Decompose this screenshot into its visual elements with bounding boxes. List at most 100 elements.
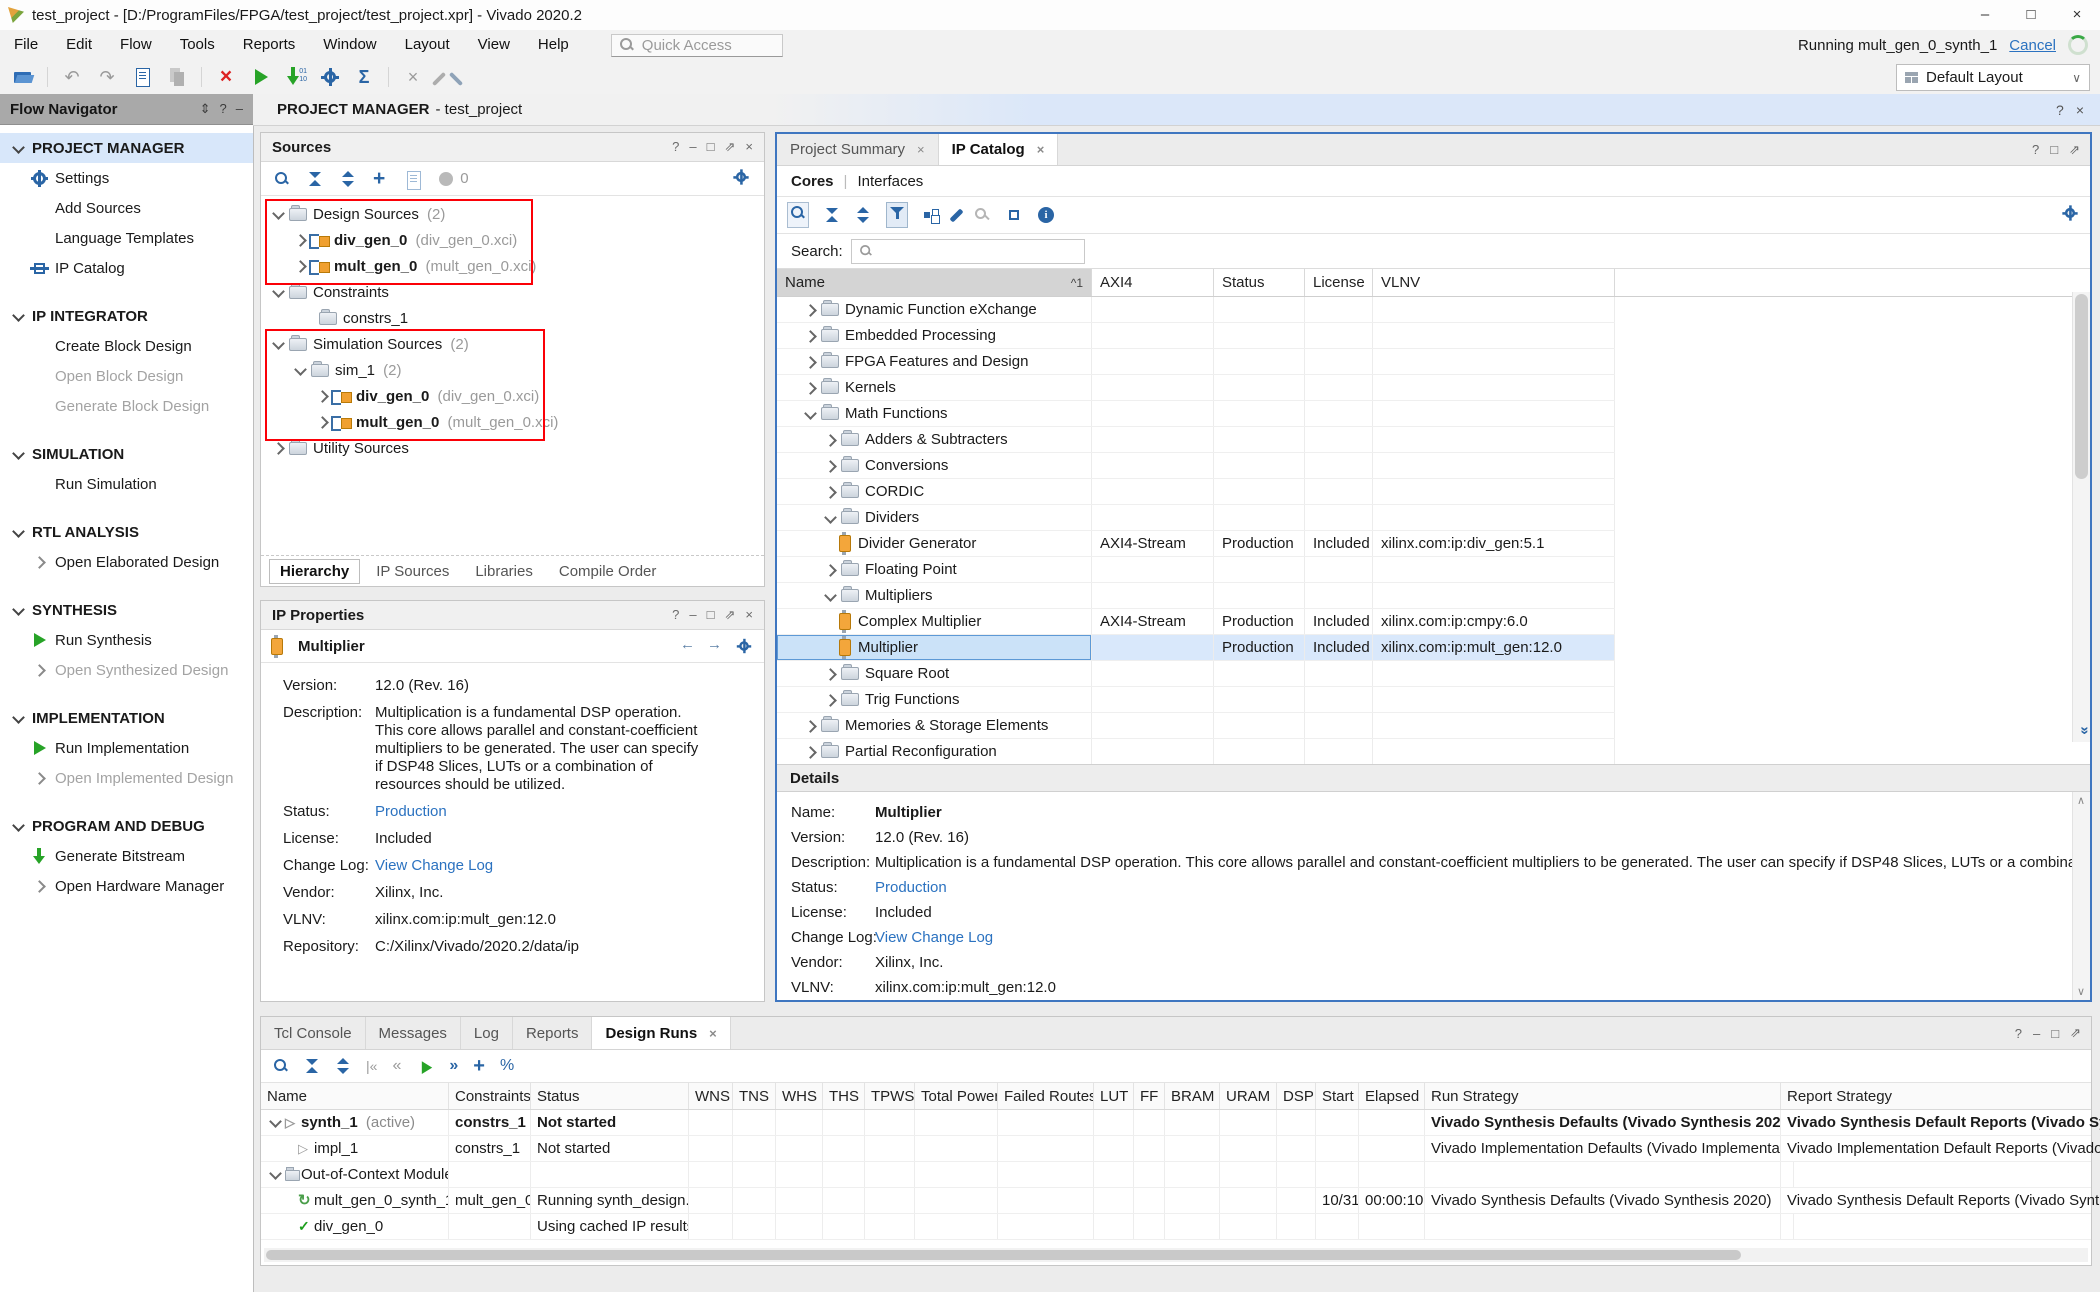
- expand-all-icon[interactable]: [340, 171, 356, 187]
- run-row[interactable]: impl_1 constrs_1 Not started: [261, 1136, 2091, 1162]
- close-icon[interactable]: ×: [2076, 102, 2084, 118]
- expand-chevron-icon[interactable]: [291, 257, 309, 275]
- column-header[interactable]: Run Strategy: [1425, 1083, 1781, 1109]
- catalog-row[interactable]: Divider Generator AXI4-Stream Production…: [777, 531, 1615, 557]
- expand-chevron-icon[interactable]: [269, 439, 287, 457]
- column-header[interactable]: Start: [1316, 1083, 1359, 1109]
- flow-navigator-row[interactable]: Open Implemented Design: [0, 763, 253, 793]
- expand-chevron-icon[interactable]: [291, 231, 309, 249]
- filter-button[interactable]: [886, 202, 908, 228]
- column-header[interactable]: Name: [261, 1083, 449, 1109]
- source-tree-row[interactable]: div_gen_0 (div_gen_0.xci): [261, 383, 764, 409]
- stop-button[interactable]: ×: [215, 66, 237, 88]
- column-header[interactable]: TNS: [733, 1083, 776, 1109]
- float-icon[interactable]: ⇗: [2069, 142, 2080, 158]
- catalog-name-cell[interactable]: Embedded Processing: [777, 323, 1092, 348]
- column-header-license[interactable]: License: [1305, 269, 1373, 296]
- catalog-name-cell[interactable]: Adders & Subtracters: [777, 427, 1092, 452]
- collapse-all-icon[interactable]: ⇕: [200, 101, 211, 117]
- status-link[interactable]: Production: [875, 879, 947, 896]
- catalog-name-cell[interactable]: Partial Reconfiguration: [777, 739, 1092, 764]
- tab-log[interactable]: Log: [461, 1017, 513, 1049]
- close-icon[interactable]: ×: [1037, 142, 1045, 157]
- run-name-cell[interactable]: Out-of-Context Module Runs: [261, 1162, 449, 1187]
- tab-project-summary[interactable]: Project Summary ×: [777, 134, 939, 165]
- flow-navigator-row[interactable]: Generate Block Design: [0, 391, 253, 421]
- catalog-vertical-scrollbar[interactable]: [2072, 292, 2090, 742]
- expand-chevron-icon[interactable]: [267, 1114, 284, 1131]
- close-icon[interactable]: ×: [745, 139, 753, 155]
- column-header-vlnv[interactable]: VLNV: [1373, 269, 1615, 296]
- expand-chevron-icon[interactable]: [269, 283, 287, 301]
- search-toggle-button[interactable]: [787, 202, 809, 228]
- back-icon[interactable]: ←: [680, 636, 695, 656]
- catalog-name-cell[interactable]: Square Root: [777, 661, 1092, 686]
- catalog-row[interactable]: Partial Reconfiguration: [777, 739, 1615, 765]
- flow-navigator-row[interactable]: PROJECT MANAGER: [0, 133, 253, 163]
- catalog-name-cell[interactable]: CORDIC: [777, 479, 1092, 504]
- flow-navigator-row[interactable]: Add Sources: [0, 193, 253, 223]
- edit-disabled-button[interactable]: [432, 71, 446, 85]
- run-row[interactable]: div_gen_0 Using cached IP results: [261, 1214, 2091, 1240]
- tab-ip-sources[interactable]: IP Sources: [366, 560, 459, 583]
- column-header[interactable]: LUT: [1094, 1083, 1134, 1109]
- search-icon[interactable]: [273, 1058, 289, 1074]
- copy-button[interactable]: [166, 66, 188, 88]
- expand-chevron-icon[interactable]: [291, 361, 309, 379]
- flow-navigator-row[interactable]: Run Synthesis: [0, 625, 253, 655]
- menu-item[interactable]: Layout: [391, 30, 464, 60]
- open-project-button[interactable]: [12, 66, 34, 88]
- catalog-name-cell[interactable]: Dynamic Function eXchange: [777, 297, 1092, 322]
- percent-icon[interactable]: %: [500, 1057, 514, 1075]
- expand-chevron-icon[interactable]: [269, 205, 287, 223]
- redo-button[interactable]: ↷: [96, 66, 118, 88]
- scroll-up-icon[interactable]: ∧: [2077, 794, 2085, 807]
- source-tree-row[interactable]: constrs_1: [261, 305, 764, 331]
- flow-navigator-row[interactable]: [0, 283, 253, 301]
- catalog-name-cell[interactable]: Complex Multiplier: [777, 609, 1092, 634]
- source-tree-row[interactable]: mult_gen_0 (mult_gen_0.xci): [261, 409, 764, 435]
- catalog-row[interactable]: CORDIC: [777, 479, 1615, 505]
- expand-chevron-icon[interactable]: [821, 431, 839, 449]
- wrench-icon[interactable]: [949, 208, 963, 222]
- menu-item[interactable]: Flow: [106, 30, 166, 60]
- run-name-cell[interactable]: impl_1: [261, 1136, 449, 1161]
- flow-navigator-row[interactable]: Generate Bitstream: [0, 841, 253, 871]
- expand-chevron-icon[interactable]: [821, 483, 839, 501]
- create-runs-icon[interactable]: +: [473, 1055, 485, 1078]
- float-icon[interactable]: ⇗: [725, 607, 736, 623]
- column-header[interactable]: THS: [823, 1083, 865, 1109]
- expand-all-icon[interactable]: [855, 207, 871, 223]
- generate-bitstream-button[interactable]: 0110: [285, 66, 307, 88]
- catalog-name-cell[interactable]: Conversions: [777, 453, 1092, 478]
- search-input[interactable]: [851, 239, 1085, 264]
- column-header[interactable]: Status: [531, 1083, 689, 1109]
- catalog-name-cell[interactable]: FPGA Features and Design: [777, 349, 1092, 374]
- column-header[interactable]: URAM: [1220, 1083, 1277, 1109]
- menu-item[interactable]: View: [464, 30, 524, 60]
- flow-navigator-row[interactable]: [0, 685, 253, 703]
- minimize-icon[interactable]: –: [689, 139, 696, 155]
- catalog-row[interactable]: Multiplier Production Included xilinx.co…: [777, 635, 1615, 661]
- step-forward-icon[interactable]: »: [449, 1057, 458, 1075]
- maximize-button[interactable]: □: [2008, 0, 2054, 30]
- minimize-icon[interactable]: –: [2033, 1026, 2040, 1041]
- catalog-row[interactable]: Dividers: [777, 505, 1615, 531]
- source-tree-row[interactable]: Constraints: [261, 279, 764, 305]
- column-header[interactable]: DSP: [1277, 1083, 1316, 1109]
- gear-icon[interactable]: [733, 168, 750, 185]
- license-key-icon[interactable]: [974, 207, 990, 223]
- column-header[interactable]: Report Strategy: [1781, 1083, 2091, 1109]
- info-icon[interactable]: i: [1038, 207, 1054, 223]
- change-log-link[interactable]: View Change Log: [375, 857, 705, 875]
- catalog-row[interactable]: Math Functions: [777, 401, 1615, 427]
- scrollbar-thumb[interactable]: [2075, 294, 2088, 479]
- catalog-row[interactable]: Multipliers: [777, 583, 1615, 609]
- flow-navigator-row[interactable]: Run Simulation: [0, 469, 253, 499]
- expand-chevron-icon[interactable]: [267, 1166, 284, 1183]
- run-icon[interactable]: [418, 1059, 432, 1073]
- catalog-name-cell[interactable]: Divider Generator: [777, 531, 1092, 556]
- menu-item[interactable]: Reports: [229, 30, 310, 60]
- column-header[interactable]: BRAM: [1165, 1083, 1220, 1109]
- menu-item[interactable]: Window: [309, 30, 390, 60]
